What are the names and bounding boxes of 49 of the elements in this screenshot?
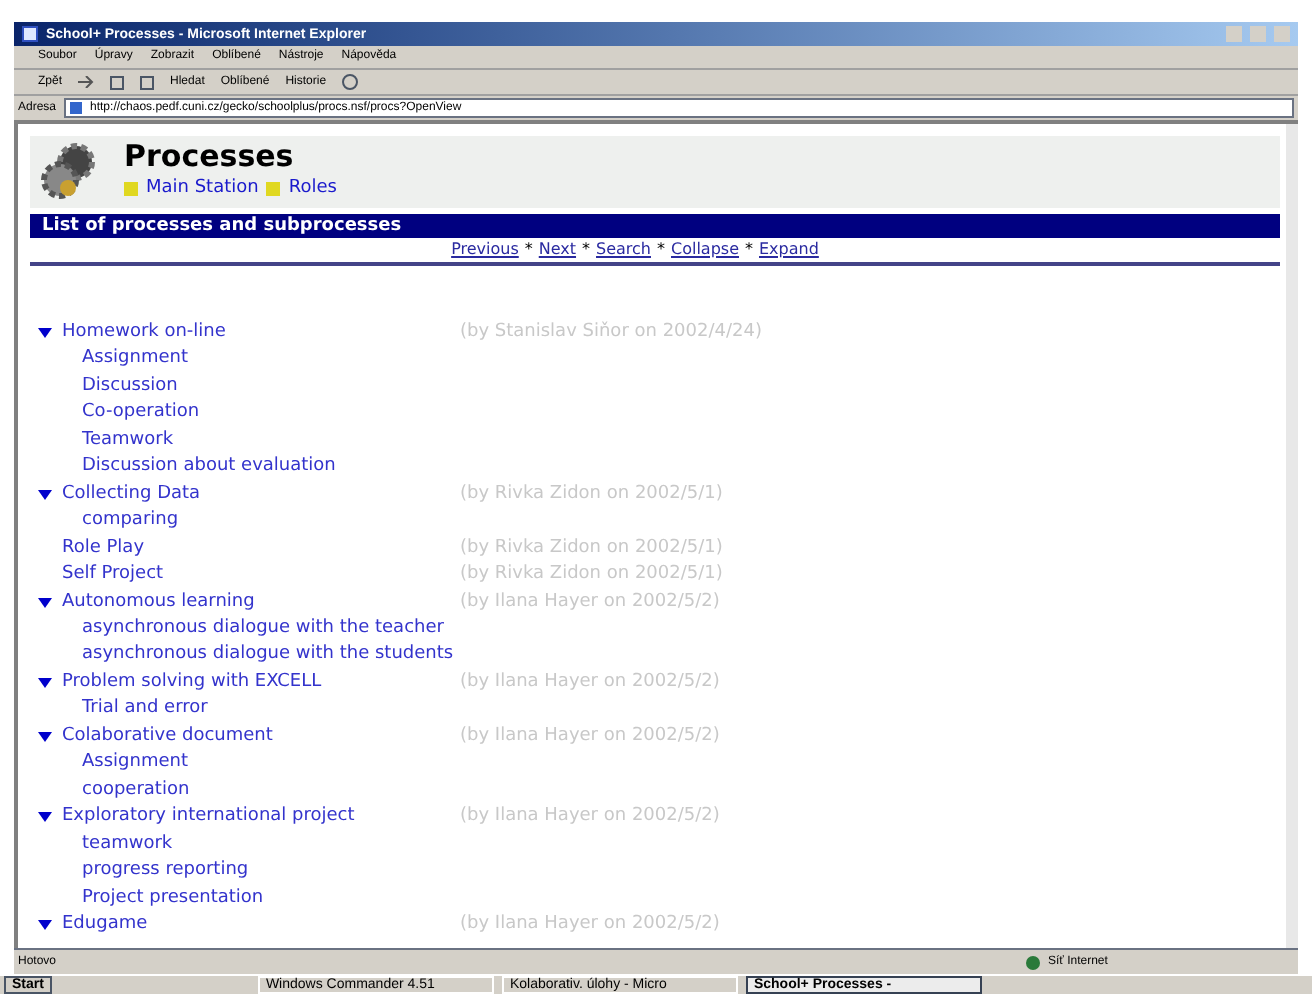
- bullet-icon: [124, 182, 138, 196]
- nav-link[interactable]: Previous: [451, 238, 519, 262]
- forward-arrow-icon[interactable]: [78, 76, 95, 88]
- separator: *: [582, 238, 591, 262]
- expand-triangle-icon[interactable]: [38, 328, 52, 339]
- subprocess-link[interactable]: asynchronous dialogue with the teacher: [82, 617, 444, 638]
- scrollbar[interactable]: [1286, 124, 1298, 948]
- subprocess-link[interactable]: Assignment: [82, 348, 188, 369]
- nav-link[interactable]: Main Station: [146, 175, 259, 203]
- process-link[interactable]: Role Play: [62, 535, 145, 563]
- nav-link[interactable]: Search: [596, 238, 651, 262]
- separator: *: [745, 238, 753, 262]
- gears-icon: [36, 140, 100, 204]
- expand-triangle-icon[interactable]: [38, 732, 52, 743]
- section-bar: List of processes and subprocesses: [30, 214, 1280, 238]
- subprocess-link[interactable]: comparing: [82, 510, 179, 531]
- process-link[interactable]: Colaborative document: [62, 723, 273, 751]
- nav-link[interactable]: Expand: [759, 238, 819, 262]
- page-title: Processes: [124, 141, 296, 172]
- nav-link[interactable]: Collapse: [671, 238, 739, 262]
- process-link[interactable]: Collecting Data: [62, 481, 201, 509]
- nav-link[interactable]: Next: [538, 238, 577, 262]
- subprocess-link[interactable]: progress reporting: [82, 860, 249, 881]
- expand-triangle-icon[interactable]: [38, 920, 52, 931]
- separator: *: [524, 238, 533, 262]
- globe-icon: [1026, 955, 1040, 969]
- expand-triangle-icon[interactable]: [38, 489, 52, 500]
- nav-link[interactable]: Roles: [288, 175, 337, 203]
- process-link[interactable]: Homework on-line: [62, 320, 226, 347]
- process-link[interactable]: Problem solving with EXCELL: [62, 669, 322, 697]
- subprocess-link[interactable]: Project presentation: [82, 887, 264, 908]
- subprocess-link[interactable]: Teamwork: [82, 429, 174, 450]
- expand-triangle-icon[interactable]: [38, 597, 52, 608]
- subprocess-link[interactable]: teamwork: [82, 833, 173, 854]
- process-link[interactable]: Edugame: [62, 911, 148, 939]
- subprocess-link[interactable]: cooperation: [82, 779, 190, 800]
- subprocess-link[interactable]: asynchronous dialogue with the students: [82, 644, 454, 665]
- subprocess-link[interactable]: Discussion about evaluation: [82, 456, 336, 477]
- separator: *: [657, 238, 665, 262]
- expand-triangle-icon[interactable]: [38, 812, 52, 823]
- bullet-icon: [266, 182, 281, 196]
- subprocess-link[interactable]: Discussion: [82, 375, 178, 396]
- process-link[interactable]: Autonomous learning: [62, 589, 255, 616]
- subprocess-link[interactable]: Trial and error: [82, 698, 208, 719]
- subprocess-link[interactable]: Assignment: [82, 752, 188, 773]
- subprocess-link[interactable]: Co-operation: [82, 402, 200, 423]
- process-link[interactable]: Exploratory international project: [62, 804, 355, 832]
- expand-triangle-icon[interactable]: [38, 678, 52, 689]
- process-link[interactable]: Self Project: [62, 562, 164, 590]
